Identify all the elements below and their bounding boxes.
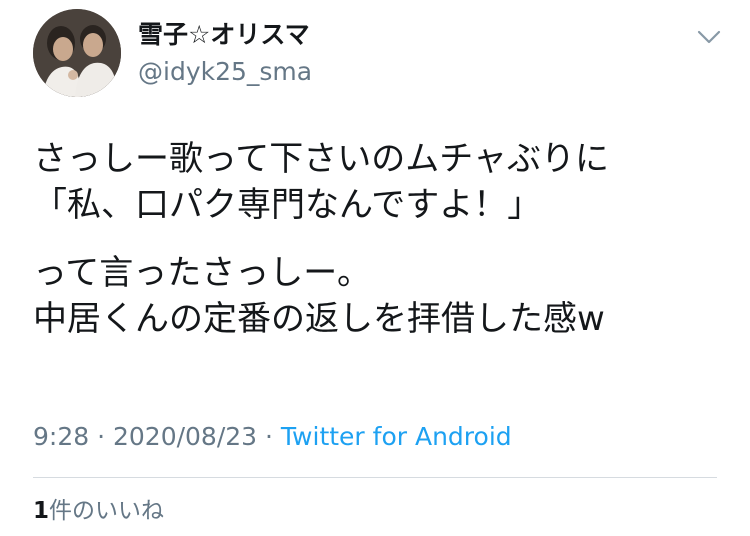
tweet-line: さっしー歌って下さいのムチャぶりに xyxy=(33,139,609,179)
avatar[interactable] xyxy=(33,9,121,97)
tweet-time[interactable]: 9:28 xyxy=(33,422,89,451)
chevron-down-icon[interactable] xyxy=(694,22,724,52)
tweet-meta: 9:28 · 2020/08/23 · Twitter for Android xyxy=(33,420,512,454)
divider xyxy=(33,477,717,478)
tweet-line: って言ったさっしー。 xyxy=(33,253,371,293)
meta-separator: · xyxy=(89,422,113,451)
tweet-date[interactable]: 2020/08/23 xyxy=(113,422,257,451)
tweet-source-link[interactable]: Twitter for Android xyxy=(281,422,512,451)
display-name[interactable]: 雪子☆オリスマ xyxy=(138,18,310,52)
meta-separator: · xyxy=(257,422,281,451)
avatar-photo xyxy=(33,9,121,97)
user-handle[interactable]: @idyk25_sma xyxy=(138,55,312,89)
likes-label: 件のいいね xyxy=(49,498,165,524)
tweet-line: 「私、口パク専門なんですよ！」 xyxy=(33,185,542,225)
tweet-text: さっしー歌って下さいのムチャぶりに 「私、口パク専門なんですよ！」 って言ったさ… xyxy=(33,136,733,342)
tweet-line: 中居くんの定番の返しを拝借した感w xyxy=(33,299,605,339)
likes-count[interactable]: 1件のいいね xyxy=(33,495,164,527)
likes-number: 1 xyxy=(33,498,50,524)
